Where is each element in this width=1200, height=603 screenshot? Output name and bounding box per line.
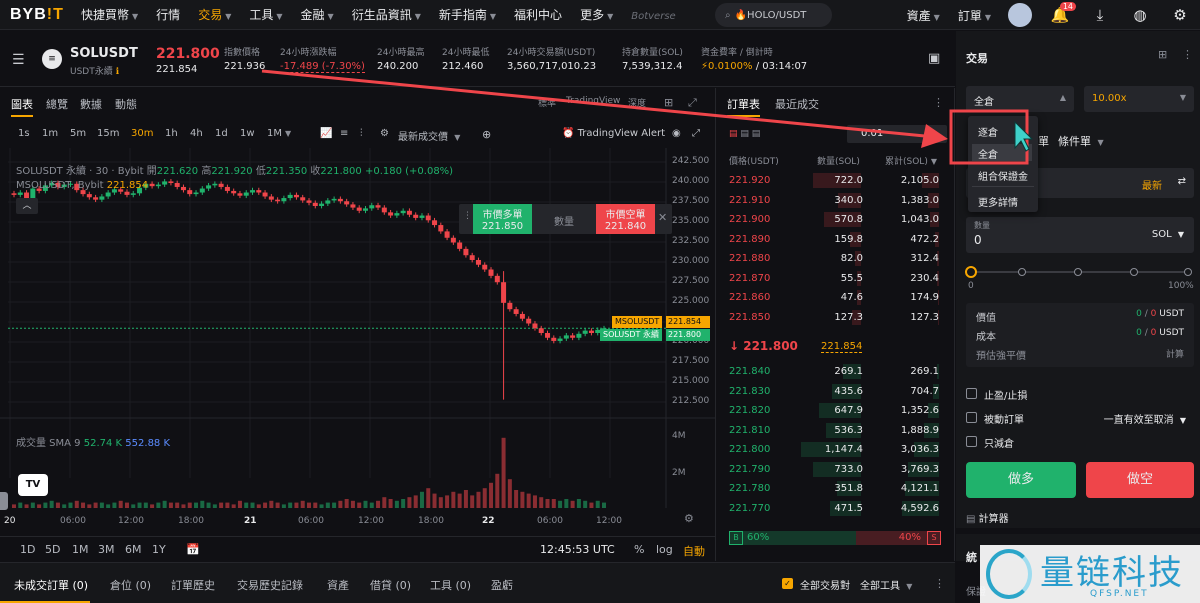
annotation-overlay	[261, 69, 1034, 165]
trading-app: BYB!T 快捷買幣 ▼ 行情 交易 ▼ 工具 ▼ 金融 ▼ 衍生品資訊 ▼ 新手指南 ▼ 福利中心 更多 ▼…	[0, 0, 1200, 603]
watermark-logo-icon	[986, 549, 1032, 599]
cursor-icon	[1014, 120, 1034, 152]
watermark-sub: QFSP.NET	[1090, 589, 1149, 599]
watermark-text: 量链科技	[1040, 553, 1184, 593]
watermark: 量链科技 QFSP.NET	[980, 545, 1200, 603]
annotation-arrow-head	[921, 124, 948, 148]
annotation-arrow-line	[261, 69, 936, 139]
